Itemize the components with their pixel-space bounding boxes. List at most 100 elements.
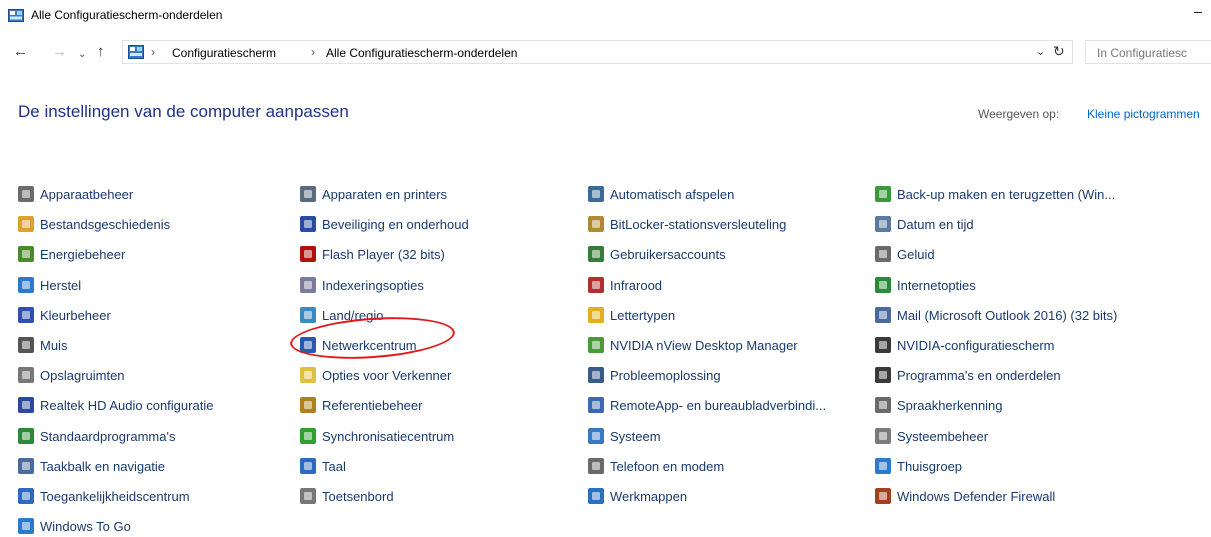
view-by-dropdown[interactable]: Kleine pictogrammen <box>1087 107 1200 121</box>
work-folders-icon <box>588 488 604 504</box>
recent-locations-button[interactable]: ⌄ <box>78 46 86 64</box>
control-panel-item[interactable]: Muis <box>18 334 67 356</box>
up-button[interactable]: ↑ <box>97 43 105 61</box>
control-panel-item[interactable]: NVIDIA nView Desktop Manager <box>588 334 798 356</box>
forward-button[interactable]: → <box>52 43 67 61</box>
item-label: Programma's en onderdelen <box>897 367 1061 383</box>
control-panel-item[interactable]: Programma's en onderdelen <box>875 364 1061 386</box>
window-title: Alle Configuratiescherm-onderdelen <box>31 8 223 22</box>
control-panel-item[interactable]: Beveiliging en onderhoud <box>300 213 469 235</box>
control-panel-item[interactable]: Infrarood <box>588 274 662 296</box>
control-panel-item[interactable]: Herstel <box>18 274 81 296</box>
control-panel-item[interactable]: Bestandsgeschiedenis <box>18 213 170 235</box>
control-panel-item[interactable]: Gebruikersaccounts <box>588 243 726 265</box>
nvidia-control-panel-icon <box>875 337 891 353</box>
item-label: Realtek HD Audio configuratie <box>40 397 214 413</box>
fonts-icon <box>588 307 604 323</box>
bitlocker-icon <box>588 216 604 232</box>
control-panel-item[interactable]: Energiebeheer <box>18 243 125 265</box>
control-panel-item[interactable]: Apparaten en printers <box>300 183 447 205</box>
homegroup-icon <box>875 458 891 474</box>
item-label: Lettertypen <box>610 307 676 323</box>
control-panel-item[interactable]: Flash Player (32 bits) <box>300 243 445 265</box>
control-panel-item[interactable]: Mail (Microsoft Outlook 2016) (32 bits) <box>875 304 1117 326</box>
control-panel-item[interactable]: Spraakherkenning <box>875 394 1003 416</box>
item-label: Apparaten en printers <box>322 186 448 202</box>
control-panel-item[interactable]: Windows Defender Firewall <box>875 485 1055 507</box>
control-panel-item[interactable]: Lettertypen <box>588 304 675 326</box>
control-panel-item[interactable]: Geluid <box>875 243 935 265</box>
control-panel-item[interactable]: Netwerkcentrum <box>300 334 417 356</box>
administrative-tools-icon <box>875 428 891 444</box>
control-panel-item[interactable]: Kleurbeheer <box>18 304 111 326</box>
item-label: Flash Player (32 bits) <box>322 246 445 262</box>
item-label: Muis <box>40 337 68 353</box>
control-panel-item[interactable]: Internetopties <box>875 274 976 296</box>
control-panel-item[interactable]: Windows To Go <box>18 515 131 537</box>
item-label: Thuisgroep <box>897 458 963 474</box>
control-panel-item[interactable]: Toegankelijkheidscentrum <box>18 485 190 507</box>
address-bar[interactable]: › Configuratiescherm › Alle Configuratie… <box>122 40 1073 64</box>
devices-printers-icon <box>300 186 316 202</box>
system-icon <box>588 428 604 444</box>
item-label: Standaardprogramma's <box>40 428 176 444</box>
page-title: De instellingen van de computer aanpasse… <box>18 102 349 121</box>
color-management-icon <box>18 307 34 323</box>
item-label: Werkmappen <box>610 488 688 504</box>
item-label: Opties voor Verkenner <box>322 367 452 383</box>
control-panel-item[interactable]: Systeem <box>588 425 661 447</box>
control-panel-item[interactable]: Automatisch afspelen <box>588 183 734 205</box>
control-panel-item[interactable]: Thuisgroep <box>875 455 962 477</box>
control-panel-item[interactable]: Toetsenbord <box>300 485 394 507</box>
item-label: Toetsenbord <box>322 488 394 504</box>
breadcrumb-separator[interactable]: › <box>311 45 315 59</box>
control-panel-item[interactable]: NVIDIA-configuratiescherm <box>875 334 1055 356</box>
control-panel-item[interactable]: Probleemoplossing <box>588 364 721 386</box>
storage-spaces-icon <box>18 367 34 383</box>
control-panel-item[interactable]: RemoteApp- en bureaubladverbindi... <box>588 394 826 416</box>
breadcrumb-separator[interactable]: › <box>151 45 155 59</box>
explorer-options-icon <box>300 367 316 383</box>
item-label: Internetopties <box>897 277 976 293</box>
back-button[interactable]: ← <box>13 43 28 61</box>
power-options-icon <box>18 246 34 262</box>
item-label: RemoteApp- en bureaubladverbindi... <box>610 397 827 413</box>
date-time-icon <box>875 216 891 232</box>
control-panel-item[interactable]: Standaardprogramma's <box>18 425 175 447</box>
region-icon <box>300 307 316 323</box>
address-dropdown-button[interactable]: ⌄ <box>1036 45 1045 58</box>
item-label: Netwerkcentrum <box>322 337 417 353</box>
control-panel-item[interactable]: Realtek HD Audio configuratie <box>18 394 213 416</box>
item-label: Telefoon en modem <box>610 458 725 474</box>
control-panel-item[interactable]: Indexeringsopties <box>300 274 424 296</box>
file-history-icon <box>18 216 34 232</box>
ease-of-access-icon <box>18 488 34 504</box>
control-panel-item[interactable]: Referentiebeheer <box>300 394 422 416</box>
control-panel-item[interactable]: Apparaatbeheer <box>18 183 133 205</box>
control-panel-item[interactable]: Opslagruimten <box>18 364 125 386</box>
internet-options-icon <box>875 277 891 293</box>
control-panel-item[interactable]: Datum en tijd <box>875 213 974 235</box>
item-label: BitLocker-stationsversleuteling <box>610 216 787 232</box>
control-panel-item[interactable]: Synchronisatiecentrum <box>300 425 454 447</box>
breadcrumb-control-panel[interactable]: Configuratiescherm <box>172 46 276 60</box>
item-label: Toegankelijkheidscentrum <box>40 488 190 504</box>
control-panel-item[interactable]: Taal <box>300 455 346 477</box>
minimize-button[interactable]: – <box>1190 3 1206 19</box>
keyboard-icon <box>300 488 316 504</box>
item-label: Energiebeheer <box>40 246 126 262</box>
control-panel-item[interactable]: Taakbalk en navigatie <box>18 455 165 477</box>
phone-modem-icon <box>588 458 604 474</box>
control-panel-item[interactable]: BitLocker-stationsversleuteling <box>588 213 786 235</box>
refresh-button[interactable]: ↻ <box>1053 43 1065 60</box>
control-panel-item[interactable]: Opties voor Verkenner <box>300 364 451 386</box>
control-panel-item[interactable]: Land/regio <box>300 304 383 326</box>
control-panel-item[interactable]: Telefoon en modem <box>588 455 724 477</box>
control-panel-item[interactable]: Systeembeheer <box>875 425 988 447</box>
control-panel-item[interactable]: Werkmappen <box>588 485 687 507</box>
breadcrumb-all-items[interactable]: Alle Configuratiescherm-onderdelen <box>326 46 517 60</box>
language-icon <box>300 458 316 474</box>
search-input[interactable]: In Configuratiesc <box>1085 40 1211 64</box>
indexing-options-icon <box>300 277 316 293</box>
control-panel-item[interactable]: Back-up maken en terugzetten (Win... <box>875 183 1115 205</box>
